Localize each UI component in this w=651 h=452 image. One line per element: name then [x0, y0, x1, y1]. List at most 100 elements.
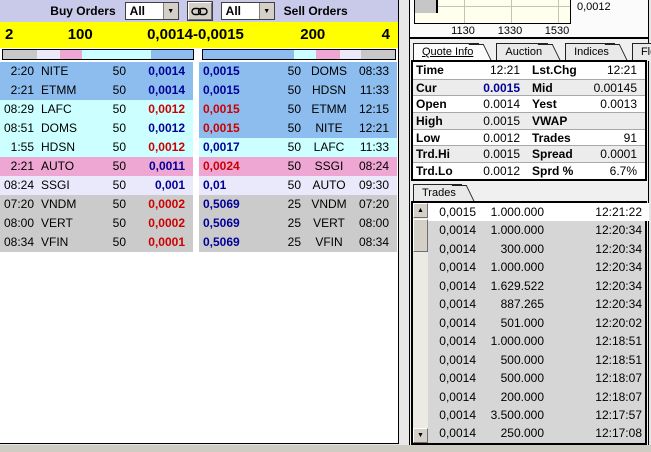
bid-price: 0,0012: [126, 138, 193, 157]
order-size: 50: [88, 81, 126, 100]
buy-order-row[interactable]: 2:21 AUTO 50 0,0011: [0, 157, 193, 176]
order-size: 50: [88, 233, 126, 252]
order-size: 50: [263, 62, 301, 81]
trade-price: 0,0014: [428, 351, 476, 369]
market-maker-id: VFIN: [301, 233, 357, 252]
market-maker-id: HDSN: [301, 81, 357, 100]
order-time: 08:24: [0, 176, 34, 195]
buy-order-count: 2: [5, 22, 13, 48]
order-size: 25: [263, 233, 301, 252]
sell-order-row[interactable]: 0,01 50 AUTO 09:30: [199, 176, 397, 195]
chevron-down-icon[interactable]: ▼: [163, 3, 178, 19]
trade-time: 12:20:34: [544, 258, 642, 276]
trade-volume: 3.500.000: [476, 406, 544, 424]
trade-price: 0,0014: [428, 221, 476, 239]
depth-segment: [37, 50, 60, 59]
order-filter-bar: Buy Orders All ▼ All ▼ Sell Orders: [0, 0, 398, 22]
x-axis-tick: 1330: [490, 25, 530, 37]
trades-scrollbar[interactable]: ▲ ▼: [413, 203, 428, 443]
tab[interactable]: Indices: [565, 43, 615, 61]
trade-time: 12:20:34: [544, 221, 642, 239]
buy-order-row[interactable]: 08:34 VFIN 50 0,0001: [0, 233, 193, 252]
trade-row: 0,0014 3.500.000 12:17:57: [428, 406, 649, 424]
chevron-down-icon[interactable]: ▼: [259, 3, 274, 19]
scrollbar-thumb[interactable]: [413, 219, 428, 252]
buy-order-row[interactable]: 08:24 SSGI 50 0,001: [0, 176, 193, 195]
link-orders-button[interactable]: [188, 2, 212, 20]
depth-segment: [3, 50, 37, 59]
sell-order-row[interactable]: 0,5069 25 VFIN 08:34: [199, 233, 397, 252]
market-maker-id: DOMS: [34, 119, 88, 138]
quote-row: High 0.0015 VWAP: [413, 112, 645, 129]
sell-order-row[interactable]: 0,0017 50 LAFC 11:33: [199, 138, 397, 157]
scroll-down-button[interactable]: ▼: [413, 428, 428, 443]
buy-order-row[interactable]: 2:21 ETMM 50 0,0014: [0, 81, 193, 100]
market-maker-id: NITE: [34, 62, 88, 81]
scroll-up-button[interactable]: ▲: [413, 203, 428, 218]
sell-order-row[interactable]: 0,0015 50 HDSN 11:33: [199, 81, 397, 100]
order-size: 25: [263, 214, 301, 233]
tab-trades[interactable]: Trades: [413, 184, 462, 202]
depth-bar-buy: [2, 49, 194, 60]
sell-order-row[interactable]: 0,5069 25 VNDM 07:20: [199, 195, 397, 214]
y-axis-label: 0,0012: [577, 1, 611, 13]
bid-price: 0,0002: [126, 214, 193, 233]
sell-order-row[interactable]: 0,0015 50 NITE 12:21: [199, 119, 397, 138]
market-maker-id: LAFC: [301, 138, 357, 157]
arrow-up-icon: ▲: [417, 207, 424, 214]
buy-summary: 2 100 0,0014: [0, 22, 193, 48]
order-size: 50: [263, 100, 301, 119]
quote-label: Yest: [520, 96, 592, 112]
quote-label: Sprd %: [520, 163, 592, 179]
gridline: [558, 0, 559, 23]
depth-bar-sell: [202, 49, 396, 60]
quote-label: Lst.Chg: [520, 62, 592, 79]
quote-label: Spread: [520, 146, 592, 162]
sell-order-row[interactable]: 0,0015 50 DOMS 08:33: [199, 62, 397, 81]
order-time: 1:55: [0, 138, 34, 157]
market-maker-id: HDSN: [34, 138, 88, 157]
buy-order-row[interactable]: 07:20 VNDM 50 0,0002: [0, 195, 193, 214]
buy-order-row[interactable]: 1:55 HDSN 50 0,0012: [0, 138, 193, 157]
order-size: 50: [88, 176, 126, 195]
trades-panel: ▲ ▼ 0,0015 1.000.000 12:21:22 0,0014 1.0…: [411, 201, 647, 445]
market-maker-id: VNDM: [34, 195, 88, 214]
bid-price: 0,0002: [126, 195, 193, 214]
trade-price: 0,0015: [428, 203, 476, 221]
buy-order-row[interactable]: 08:29 LAFC 50 0,0012: [0, 100, 193, 119]
window-bottom-edge: [0, 445, 651, 452]
buy-order-row[interactable]: 2:20 NITE 50 0,0014: [0, 62, 193, 81]
bid-price: 0,0014: [126, 62, 193, 81]
buy-order-row[interactable]: 08:51 DOMS 50 0,0012: [0, 119, 193, 138]
ask-price: 0,0024: [199, 157, 263, 176]
tab[interactable]: Auction: [496, 43, 548, 61]
quote-value: 0.0015: [472, 146, 520, 162]
sell-order-row[interactable]: 0,5069 25 VERT 08:00: [199, 214, 397, 233]
quote-value: 0.0015: [472, 113, 520, 129]
quote-row: Trd.Lo 0.0012 Sprd % 6.7%: [413, 162, 645, 179]
tab[interactable]: Quote Info: [413, 43, 479, 61]
sell-filter-dropdown[interactable]: All ▼: [221, 2, 275, 20]
market-maker-id: VERT: [301, 214, 357, 233]
order-time: 08:33: [357, 62, 397, 81]
quote-value: 0.0015: [472, 80, 520, 96]
tab[interactable]: Flow: [632, 43, 651, 61]
order-size: 50: [88, 138, 126, 157]
trades-tab-row: Trades: [413, 184, 479, 201]
trade-price: 0,0014: [428, 314, 476, 332]
quote-label: Cur: [416, 80, 472, 96]
sell-order-row[interactable]: 0,0024 50 SSGI 08:24: [199, 157, 397, 176]
sell-order-row[interactable]: 0,0015 50 ETMM 12:15: [199, 100, 397, 119]
quote-label: Low: [416, 130, 472, 146]
sell-volume: 200: [300, 22, 325, 48]
tab-label: Indices: [574, 46, 609, 58]
bid-price: 0,0011: [126, 157, 193, 176]
buy-filter-dropdown[interactable]: All ▼: [125, 2, 179, 20]
trade-volume: 1.629.522: [476, 277, 544, 295]
ask-price: 0,0015: [199, 100, 263, 119]
divider: [410, 37, 648, 39]
sell-orders-label: Sell Orders: [284, 4, 348, 18]
buy-order-row[interactable]: 08:00 VERT 50 0,0002: [0, 214, 193, 233]
sell-order-count: 4: [382, 22, 390, 48]
order-time: 08:00: [357, 214, 397, 233]
